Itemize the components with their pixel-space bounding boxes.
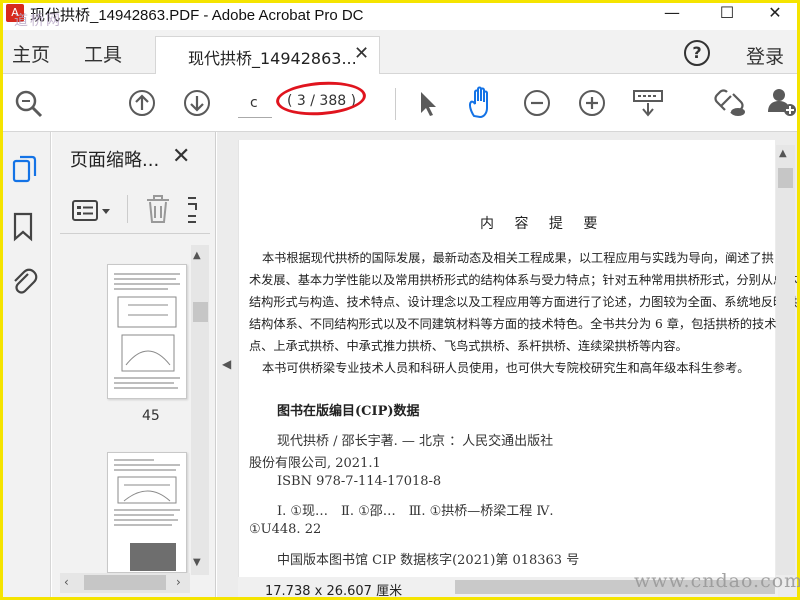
body-text-line: 本书根据现代拱桥的国际发展，最新动态及相关工程成果，以工程应用与实践为导向，阐述… [262,251,774,265]
add-user-icon[interactable] [766,86,798,118]
body-text-line: 结构形式与构造、技术特点、设计理念以及工程应用等方面进行了论述，力图较为全面、系… [249,295,798,309]
cip-line: 中国版本图书馆 CIP 数据核字(2021)第 018363 号 [277,553,580,568]
toolbar-separator [395,88,396,120]
toolbar [3,75,797,132]
thumbnail-preview [114,273,180,389]
help-icon[interactable]: ? [684,40,710,66]
thumbnail-preview [114,459,180,571]
cip-line: 股份有限公司, 2021.1 [249,456,381,471]
thumbnail-scroll-thumb[interactable] [193,302,208,322]
zoom-search-icon[interactable] [14,89,44,119]
watermark-top: 道桥网 [14,13,62,29]
close-window-button[interactable]: ✕ [758,2,792,24]
cip-line: ISBN 978-7-114-17018-8 [277,474,442,489]
menu-bar [3,30,797,74]
thumbnail-scrollbar[interactable] [191,245,209,575]
more-tools-icon[interactable] [186,196,200,224]
cip-line: 现代拱桥 / 邵长宇著. — 北京 ：人民交通出版社 [277,434,554,449]
body-text-line: 本书可供桥梁专业技术人员和科研人员使用，也可供大专院校研究生和高年级本科生参考。 [262,361,750,375]
login-button[interactable]: 登录 [746,42,784,69]
share-link-icon[interactable] [713,88,747,118]
fit-page-icon[interactable] [632,88,664,118]
panel-separator [127,195,128,223]
scroll-left-arrow-icon[interactable]: ‹ [64,575,69,589]
maximize-button[interactable]: ☐ [710,2,744,24]
thumbnail-page-number: 45 [142,408,160,424]
thumbnail-hscroll-thumb[interactable] [84,575,166,590]
doc-scroll-up-icon[interactable]: ▲ [779,148,787,159]
thumbnail-options-icon[interactable] [72,198,122,224]
cip-line: ①U448. 22 [249,522,322,537]
tab-close-icon[interactable]: ✕ [354,43,369,64]
collapse-panel-icon[interactable]: ◀ [222,357,231,371]
watermark-bottom: www.cndao.com [634,570,800,592]
body-text-line: 结构体系、不同结构形式以及不同建筑材料等方面的技术特色。全书共分为 6 章，包括… [249,317,789,331]
zoom-in-icon[interactable] [578,89,606,117]
document-tab[interactable]: 现代拱桥_14942863... ✕ [155,36,380,74]
page-number-input[interactable]: c [238,88,272,118]
body-text-line: 点、上承式拱桥、中承式推力拱桥、飞鸟式拱桥、系杆拱桥、连续梁拱桥等内容。 [249,339,688,353]
document-heading: 内 容 提 要 [480,216,606,232]
document-scroll-thumb[interactable] [778,168,793,188]
page-thumbnails-icon[interactable] [12,154,38,184]
page-thumbnail[interactable] [107,264,187,399]
document-tab-label: 现代拱桥_14942863... [188,49,357,68]
zoom-out-icon[interactable] [523,89,551,117]
panel-close-icon[interactable]: ✕ [172,144,190,169]
scroll-up-arrow-icon[interactable]: ▲ [193,250,201,261]
trash-icon[interactable] [144,194,172,224]
prev-page-icon[interactable] [128,89,156,117]
select-cursor-icon[interactable] [418,90,440,118]
page-thumbnail[interactable] [107,452,187,573]
window-title: 现代拱桥_14942863.PDF - Adobe Acrobat Pro DC [30,7,364,24]
scroll-right-arrow-icon[interactable]: › [176,575,181,589]
scroll-down-arrow-icon[interactable]: ▼ [193,557,201,568]
left-nav-bar [3,132,51,597]
body-text-line: 术发展、基本力学性能以及常用拱桥形式的结构体系与受力特点；针对五种常用拱桥形式，… [249,273,798,287]
page-size-label: 17.738 x 26.607 厘米 [265,584,403,599]
next-page-icon[interactable] [183,89,211,117]
menu-home[interactable]: 主页 [12,40,50,67]
document-scrollbar[interactable] [776,145,795,575]
menu-tools[interactable]: 工具 [84,40,122,67]
minimize-button[interactable]: — [655,2,689,24]
panel-title: 页面缩略... [70,150,160,171]
attachment-icon[interactable] [10,266,38,296]
cip-line: Ⅰ. ①现… Ⅱ. ①邵… Ⅲ. ①拱桥—桥梁工程 Ⅳ. [277,504,554,519]
bookmark-icon[interactable] [12,212,34,242]
cip-title: 图书在版编目(CIP)数据 [277,404,420,419]
hand-tool-icon[interactable] [466,86,498,120]
